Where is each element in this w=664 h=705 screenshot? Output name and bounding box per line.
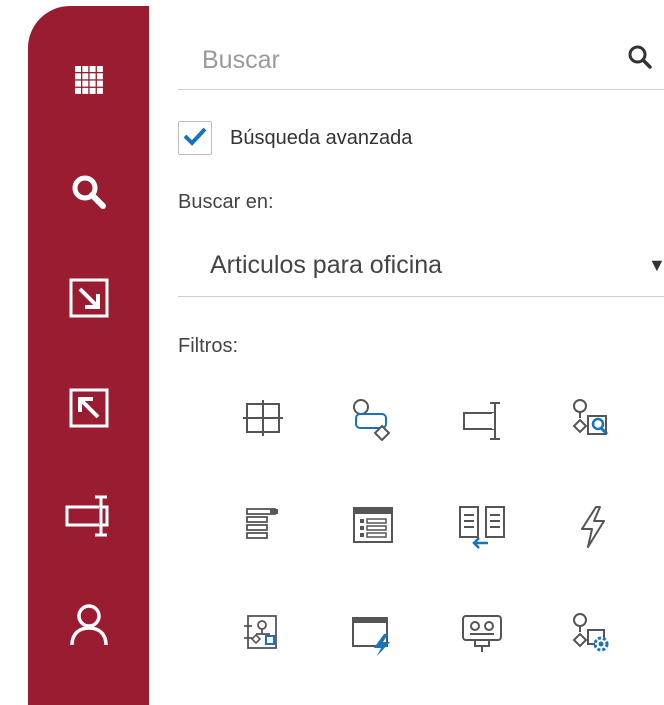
search-button[interactable] <box>623 42 657 76</box>
filter-text-field[interactable] <box>428 388 538 495</box>
text-cursor-field-icon <box>65 494 113 538</box>
apps-grid-icon <box>74 66 103 94</box>
search-icon <box>627 44 653 75</box>
search-panel: Búsqueda avanzada Buscar en: Articulos p… <box>178 0 664 705</box>
advanced-search-label[interactable]: Búsqueda avanzada <box>230 127 412 150</box>
search-input[interactable] <box>178 32 608 88</box>
sidebar <box>28 6 149 705</box>
user-icon <box>69 603 109 647</box>
search-bar <box>178 32 664 90</box>
filter-list-window[interactable] <box>318 495 428 602</box>
filter-form-list[interactable] <box>208 495 318 602</box>
workflow-settings-icon <box>571 612 615 656</box>
columns-import-icon <box>458 505 508 549</box>
text-field-icon <box>461 398 505 444</box>
filter-columns-import[interactable] <box>428 495 538 602</box>
search-icon <box>71 174 107 210</box>
workflow-shapes-icon <box>350 398 396 444</box>
filters-label: Filtros: <box>178 335 238 357</box>
lightning-icon <box>576 505 610 549</box>
arrow-down-right-icon <box>69 278 109 318</box>
sidebar-item-collapse[interactable] <box>28 372 149 444</box>
sidebar-item-field[interactable] <box>28 480 149 552</box>
page: Búsqueda avanzada Buscar en: Articulos p… <box>0 0 664 705</box>
sidebar-item-user[interactable] <box>28 589 149 661</box>
filter-device[interactable] <box>428 602 538 705</box>
filter-event[interactable] <box>538 495 648 602</box>
filter-workflow-settings[interactable] <box>538 602 648 705</box>
sidebar-item-search[interactable] <box>28 156 149 228</box>
filter-icon-grid <box>208 388 648 705</box>
search-in-select[interactable]: Articulos para oficina ▼ <box>178 237 664 297</box>
table-grid-icon <box>243 398 283 438</box>
list-window-icon <box>352 505 394 545</box>
filter-window-action[interactable] <box>318 602 428 705</box>
arrow-up-left-icon <box>69 388 109 428</box>
device-display-icon <box>461 612 505 656</box>
advanced-search-checkbox[interactable] <box>178 121 212 155</box>
filter-workflow[interactable] <box>318 388 428 495</box>
filter-org-chart[interactable] <box>208 602 318 705</box>
org-chart-icon <box>242 612 284 656</box>
search-in-label: Buscar en: <box>178 191 274 213</box>
filter-table[interactable] <box>208 388 318 495</box>
caret-down-icon: ▼ <box>648 255 664 275</box>
window-action-icon <box>350 612 396 656</box>
form-list-icon <box>243 505 283 545</box>
filter-workflow-search[interactable] <box>538 388 648 495</box>
checkmark-icon <box>183 126 207 151</box>
workflow-search-icon <box>571 398 615 442</box>
advanced-search-row: Búsqueda avanzada <box>178 120 412 156</box>
sidebar-item-expand[interactable] <box>28 262 149 334</box>
search-in-selected-value: Articulos para oficina <box>210 251 443 279</box>
sidebar-item-apps[interactable] <box>28 44 149 116</box>
